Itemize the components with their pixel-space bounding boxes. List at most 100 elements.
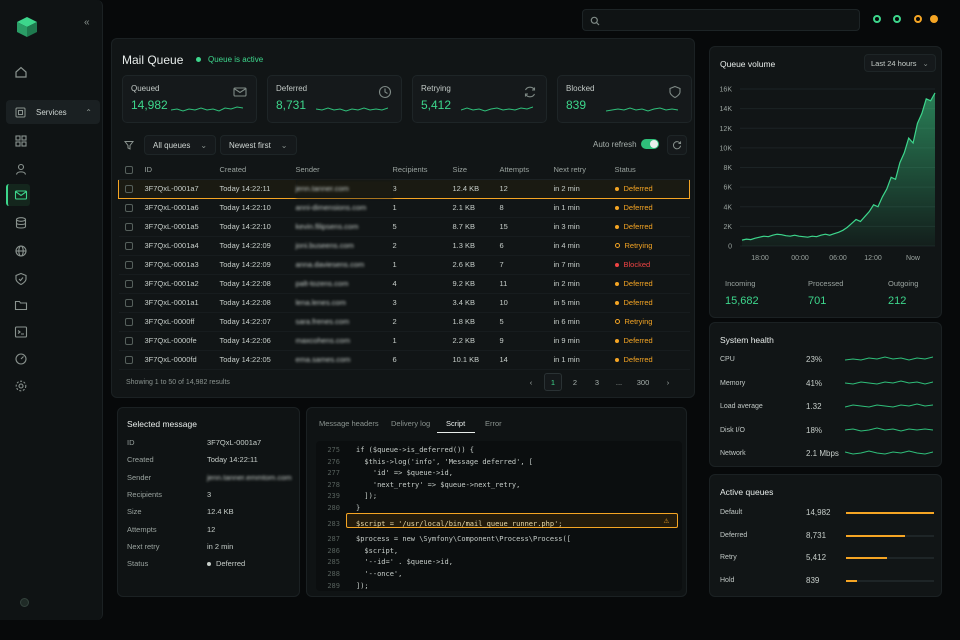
row-checkbox[interactable]: [124, 318, 133, 326]
table-row[interactable]: 3F7QxL-0001a3 Today 14:22:09 anna.daviesen…: [118, 255, 690, 275]
stat-deferred: Deferred 8,731: [267, 75, 402, 123]
row-checkbox[interactable]: [124, 280, 133, 288]
table-row[interactable]: 3F7QxL-0000fe Today 14:22:06 maxcohens.com…: [118, 331, 690, 351]
row-checkbox[interactable]: [125, 185, 133, 193]
table-row[interactable]: 3F7QxL-0000fd Today 14:22:05 ema.sames.com…: [118, 350, 690, 370]
tab-message-headers[interactable]: Message headers: [319, 419, 379, 428]
cell-attempts: 8: [499, 198, 554, 218]
table-row[interactable]: 3F7QxL-0000ff Today 14:22:07 sara.frenes.c…: [118, 312, 690, 332]
cell-recipients: 4: [392, 274, 453, 294]
sparkline-path: [845, 356, 933, 361]
terminal-icon[interactable]: [14, 325, 30, 341]
queue-filter-select[interactable]: All queues ⌄: [144, 135, 217, 155]
column-header[interactable]: Recipients: [392, 161, 453, 180]
row-checkbox[interactable]: [124, 204, 133, 212]
cell-status: Deferred: [614, 198, 690, 218]
tab-error[interactable]: Error: [485, 419, 502, 428]
health-label: Load average: [720, 403, 763, 410]
search-input[interactable]: [582, 9, 860, 31]
pagination-ellipsis: ...: [615, 377, 623, 387]
row-checkbox[interactable]: [124, 242, 133, 250]
row-checkbox[interactable]: [124, 299, 133, 307]
column-header[interactable]: ID: [144, 161, 220, 180]
line-number: 289: [327, 581, 340, 590]
refresh-button[interactable]: [667, 135, 687, 155]
prev-page-button[interactable]: ‹: [522, 373, 540, 391]
line-number: 286: [327, 546, 340, 555]
status-badge: Blocked: [615, 260, 651, 269]
cell-id: 3F7QxL-0001a2: [144, 274, 220, 294]
health-label: Disk I/O: [720, 426, 745, 434]
folder-icon[interactable]: [14, 298, 30, 314]
globe-icon[interactable]: [14, 244, 30, 260]
health-sparkline: [845, 403, 933, 408]
time-range-select[interactable]: Last 24 hours ⌄: [864, 54, 936, 72]
table-row[interactable]: 3F7QxL-0001a7 Today 14:22:11 jenn.tanner.c…: [118, 178, 690, 199]
home-icon[interactable]: [14, 65, 30, 81]
column-header[interactable]: Next retry: [553, 161, 615, 180]
table-row[interactable]: 3F7QxL-0001a1 Today 14:22:08 lena.lenes.co…: [118, 293, 690, 313]
detail-value: 3: [207, 489, 212, 499]
cell-recipients: 6: [392, 350, 453, 370]
volume-area: [742, 92, 935, 246]
shield-check-icon[interactable]: [14, 272, 30, 288]
page-1-button[interactable]: 1: [544, 373, 562, 391]
table-row[interactable]: 3F7QxL-0001a2 Today 14:22:08 palt-tozens.c…: [118, 274, 690, 294]
code-text: }: [356, 504, 361, 512]
row-checkbox[interactable]: [124, 223, 133, 231]
table-row[interactable]: 3F7QxL-0001a5 Today 14:22:10 kevin.filipse…: [118, 217, 690, 237]
sort-select[interactable]: Newest first ⌄: [220, 135, 297, 155]
status-ok-icon[interactable]: [873, 15, 881, 23]
column-header[interactable]: Created: [219, 161, 296, 180]
status-sync-icon[interactable]: [893, 15, 901, 23]
status-badge: Deferred: [615, 298, 653, 307]
alert-status-icon[interactable]: [930, 15, 938, 23]
y-tick-label: 12K: [720, 126, 733, 133]
gear-icon[interactable]: [14, 379, 30, 395]
column-header[interactable]: Size: [452, 161, 500, 180]
page-2-button[interactable]: 2: [566, 373, 584, 391]
user-icon[interactable]: [14, 162, 30, 178]
cell-size: 12.4 KB: [452, 178, 500, 199]
health-sparkline: [845, 450, 933, 455]
queue-bar-track: [846, 512, 934, 514]
page-last-button[interactable]: 300: [632, 373, 654, 391]
y-tick-label: 10K: [720, 145, 733, 152]
cell-id: 3F7QxL-0001a5: [144, 217, 220, 237]
column-header[interactable]: Attempts: [499, 161, 554, 180]
warning-status-icon[interactable]: [914, 15, 922, 23]
detail-value: 12: [207, 524, 216, 534]
x-tick-label: Now: [906, 255, 921, 262]
auto-refresh-toggle[interactable]: [641, 139, 659, 149]
next-page-button[interactable]: ›: [659, 373, 677, 391]
row-checkbox[interactable]: [124, 356, 133, 364]
row-checkbox[interactable]: [124, 337, 133, 345]
table-row[interactable]: 3F7QxL-0001a4 Today 14:22:09 joni.buseens.…: [118, 236, 690, 256]
tab-script[interactable]: Script: [446, 419, 465, 428]
page-3-button[interactable]: 3: [588, 373, 606, 391]
cell-created: Today 14:22:09: [219, 236, 296, 256]
row-checkbox[interactable]: [124, 261, 133, 269]
mail-icon[interactable]: [14, 188, 30, 204]
collapse-sidebar-icon[interactable]: «: [84, 17, 90, 28]
cell-recipients: 3: [392, 293, 453, 313]
column-header[interactable]: Status: [614, 161, 690, 180]
table-row[interactable]: 3F7QxL-0001a6 Today 14:22:10 anni-dimensio…: [118, 198, 690, 218]
health-value: 2.1 Mbps: [806, 449, 839, 458]
status-badge: Retrying: [615, 317, 653, 326]
health-sparkline: [845, 426, 933, 432]
code-line: 289]);: [316, 581, 682, 592]
grid-icon[interactable]: [14, 134, 30, 150]
line-number: 285: [327, 558, 340, 567]
select-all-checkbox[interactable]: [124, 166, 133, 175]
column-header[interactable]: Sender: [295, 161, 393, 180]
database-icon[interactable]: [14, 216, 30, 232]
cell-sender: jenn.tanner.com: [295, 178, 393, 199]
filter-icon[interactable]: [124, 140, 134, 150]
queue-label: Hold: [720, 576, 735, 584]
sidebar-services[interactable]: Services ⌃: [6, 100, 100, 124]
code-editor[interactable]: ⚠ 275 if ($queue->is_deferred()) {276 $th…: [316, 441, 682, 591]
tab-delivery-log[interactable]: Delivery log: [391, 419, 430, 428]
gauge-icon[interactable]: [14, 352, 30, 368]
cell-status: Deferred: [614, 293, 690, 313]
